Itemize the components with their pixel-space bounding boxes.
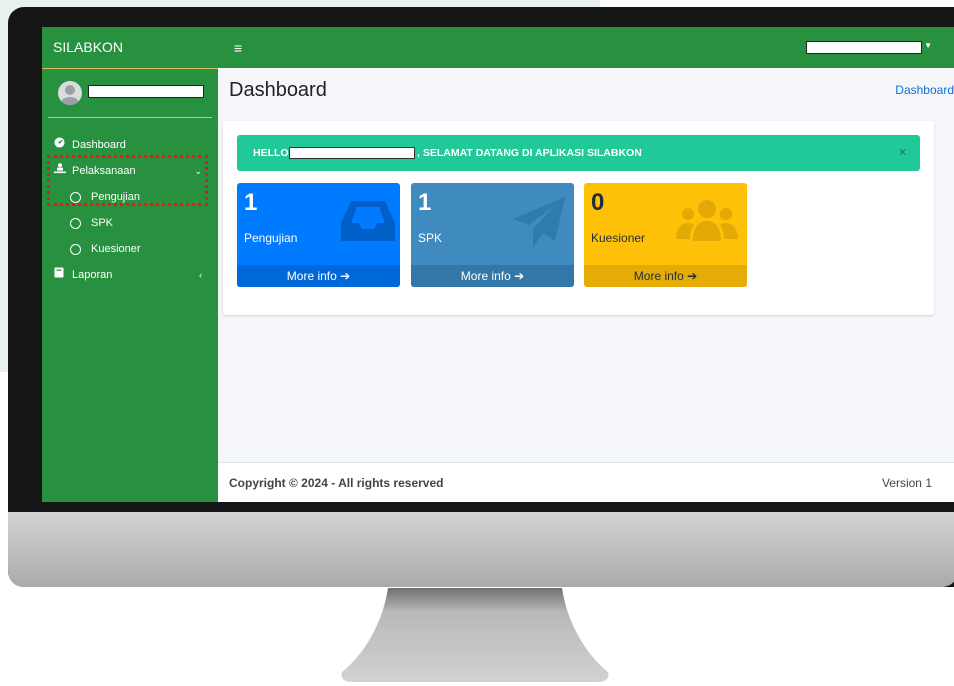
app-screen: SILABKON Dashboard Pelaksanaan ⌄ Penguji… (42, 27, 954, 502)
alert-hello: HELLO (253, 147, 289, 159)
alert-user-name-redacted (289, 147, 415, 159)
box-label: SPK (418, 231, 443, 245)
menu-toggle-icon[interactable]: ≡ (234, 40, 242, 56)
book-icon (54, 262, 72, 288)
user-name-redacted (88, 85, 204, 98)
copyright-text: Copyright © 2024 - All rights reserved (229, 476, 444, 490)
small-box-kuesioner: 0 Kuesioner More info ➔ (584, 183, 747, 287)
inbox-icon (341, 201, 395, 241)
small-box-pengujian: 1 Pengujian More info ➔ (237, 183, 400, 287)
users-icon (676, 200, 738, 241)
circle-icon (70, 243, 81, 255)
more-info-link[interactable]: More info ➔ (237, 265, 400, 287)
sidebar-item-kuesioner[interactable]: Kuesioner (42, 236, 218, 262)
more-info-link[interactable]: More info ➔ (411, 265, 574, 287)
circle-icon (70, 217, 81, 229)
box-value: 0 (591, 189, 605, 216)
more-info-link[interactable]: More info ➔ (584, 265, 747, 287)
box-label: Pengujian (244, 231, 298, 245)
sidebar-item-laporan[interactable]: Laporan ‹ (42, 262, 218, 288)
box-value: 1 (244, 189, 258, 216)
monitor-stand (341, 588, 609, 682)
breadcrumb[interactable]: Dashboard (895, 83, 954, 97)
close-icon[interactable]: × (899, 145, 906, 159)
welcome-alert: HELLO , SELAMAT DATANG DI APLIKASI SILAB… (237, 135, 920, 171)
box-label: Kuesioner (591, 231, 646, 245)
main-content: ≡ ▼ Dashboard Dashboard HELLO , SELAMAT … (218, 27, 954, 502)
highlight-annotation (47, 155, 208, 206)
user-dropdown-redacted[interactable] (806, 41, 922, 54)
alert-message: , SELAMAT DATANG DI APLIKASI SILABKON (417, 147, 642, 159)
page-footer: Copyright © 2024 - All rights reserved V… (218, 462, 954, 502)
brand-logo[interactable]: SILABKON (42, 27, 218, 69)
monitor-chin (8, 512, 954, 587)
sidebar-item-spk[interactable]: SPK (42, 210, 218, 236)
sidebar-item-label: Laporan (72, 269, 113, 281)
box-value: 1 (418, 189, 432, 216)
top-navbar: ≡ ▼ (218, 27, 954, 68)
page-title: Dashboard (229, 79, 327, 101)
chevron-left-icon: ‹ (199, 270, 202, 280)
sidebar: SILABKON Dashboard Pelaksanaan ⌄ Penguji… (42, 27, 218, 502)
paper-plane-icon (513, 197, 565, 247)
version-text: Version 1 (881, 476, 932, 490)
caret-down-icon[interactable]: ▼ (924, 41, 932, 50)
dashboard-card: HELLO , SELAMAT DATANG DI APLIKASI SILAB… (223, 121, 934, 315)
user-avatar[interactable] (58, 81, 82, 105)
user-panel (48, 69, 212, 118)
sidebar-item-label: SPK (91, 217, 114, 229)
small-box-spk: 1 SPK More info ➔ (411, 183, 574, 287)
sidebar-item-label: Kuesioner (91, 243, 141, 255)
